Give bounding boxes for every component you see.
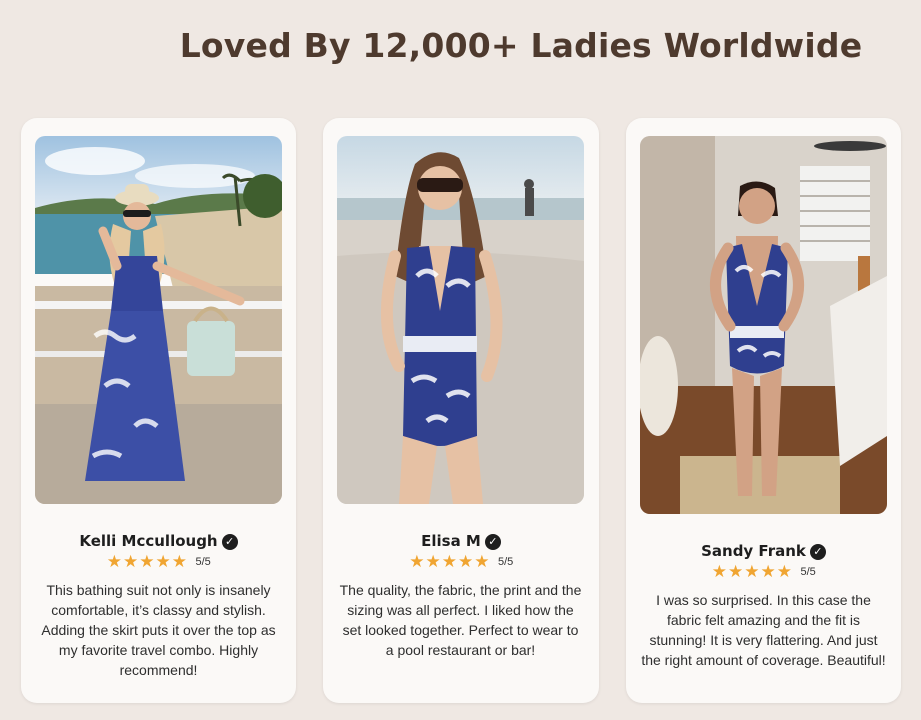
review-card: Elisa M ✓ ★★★★★ 5/5 The quality, the fabri…	[323, 118, 599, 703]
verified-check-icon: ✓	[484, 534, 501, 550]
section-heading: Loved By 12,000+ Ladies Worldwide	[179, 26, 863, 65]
star-icon: ★	[155, 552, 171, 571]
rating-score: 5/5	[497, 556, 514, 568]
star-rating: ★★★★★ 5/5	[323, 553, 599, 571]
star-icon: ★	[122, 552, 139, 571]
star-icon: ★	[171, 552, 187, 571]
reviewer-name: Kelli Mccullough	[79, 532, 218, 550]
star-icon: ★	[139, 552, 155, 571]
star-icon: ★	[776, 562, 792, 581]
star-icon: ★	[744, 562, 760, 581]
rating-score: 5/5	[195, 556, 211, 568]
review-text: This bathing suit not only is insanely c…	[41, 582, 276, 678]
verified-check-icon: ✓	[221, 534, 238, 550]
review-text: The quality, the fabric, the print and t…	[339, 582, 582, 658]
customer-photo[interactable]	[640, 136, 887, 514]
star-icon: ★	[760, 562, 776, 581]
customer-photo[interactable]	[337, 136, 584, 504]
star-icon: ★	[711, 562, 727, 581]
reviewer-name: Sandy Frank	[701, 542, 806, 560]
customer-photo[interactable]	[35, 136, 282, 504]
star-icon: ★	[474, 552, 490, 571]
verified-check-icon: ✓	[809, 544, 826, 560]
star-icon: ★	[457, 552, 474, 571]
star-rating: ★★★★★ 5/5	[21, 553, 296, 571]
star-icon: ★	[441, 552, 457, 571]
star-icon: ★	[727, 562, 744, 581]
star-icon: ★	[425, 552, 441, 571]
review-card: Sandy Frank ✓ ★★★★★ 5/5 I was so surprised…	[626, 118, 901, 703]
star-rating: ★★★★★ 5/5	[626, 563, 901, 581]
review-card: Kelli Mccullough ✓ ★★★★★ 5/5 This bathing …	[21, 118, 296, 703]
reviewer-name-row: Elisa M ✓	[323, 532, 599, 550]
reviewer-name-row: Kelli Mccullough ✓	[21, 532, 296, 550]
star-icon: ★	[409, 552, 425, 571]
reviewer-name-row: Sandy Frank ✓	[626, 542, 901, 560]
star-icon: ★	[106, 552, 122, 571]
review-text: I was so surprised. In this case the fab…	[641, 592, 886, 668]
reviewer-name: Elisa M	[421, 532, 481, 550]
rating-score: 5/5	[800, 566, 816, 578]
